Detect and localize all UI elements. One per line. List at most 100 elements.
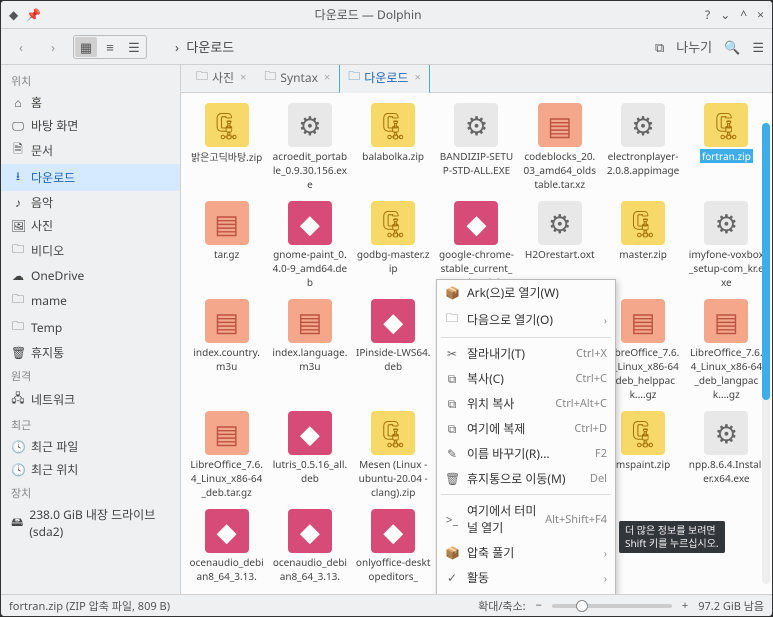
context-menu-item[interactable]: ↗공유› (437, 590, 615, 594)
pin-icon[interactable]: 📌 (26, 6, 41, 23)
context-menu-item[interactable]: 📦Ark(으)로 열기(W) (437, 280, 615, 305)
file-icon: ◆ (288, 509, 332, 553)
file-view[interactable]: 🗜밝은고딕바탕.zip⚙acroedit_portable_0.9.30.156… (181, 93, 772, 594)
file-item[interactable]: ◆google-chrome-stable_current_amd64.deb (437, 199, 516, 291)
file-label: codeblocks_20.03_amd64_oldstable.tar.xz (522, 149, 597, 191)
context-menu-item[interactable]: ✎이름 바꾸기(R)...F2 (437, 441, 615, 466)
sidebar-item[interactable]: 🗀비디오 (1, 237, 180, 264)
scrollbar-thumb[interactable] (762, 123, 770, 400)
breadcrumb-sep: › (175, 38, 179, 56)
zoom-slider[interactable] (552, 604, 672, 608)
menu-item-shortcut: Del (590, 471, 607, 486)
tab[interactable]: 🗀사진× (187, 65, 255, 92)
file-item[interactable]: ▤index.country.m3u (187, 297, 266, 403)
help-button[interactable]: ? (705, 6, 710, 23)
file-label: godbg-master.zip (356, 247, 431, 275)
context-menu-item[interactable]: ✓활동› (437, 565, 615, 590)
forward-button[interactable]: › (41, 35, 65, 59)
icon-view-button[interactable]: ▦ (75, 37, 97, 57)
split-icon[interactable]: ⧉ (655, 38, 664, 56)
file-item[interactable]: 🗜balabolka.zip (354, 101, 433, 193)
context-menu-item[interactable]: ⧉복사(C)Ctrl+C (437, 366, 615, 391)
file-icon: ▤ (621, 299, 665, 343)
file-item[interactable]: ⚙BANDIZIP-SETUP-STD-ALL.EXE (437, 101, 516, 193)
sidebar-item[interactable]: 🖵바탕 화면 (1, 114, 180, 137)
file-item[interactable]: ◆ocenaudio_debian8_64_3.13. (187, 507, 266, 585)
file-item[interactable]: 🗜master.zip (603, 199, 682, 291)
sidebar-item[interactable]: 🖴238.0 GiB 내장 드라이브(sda2) (1, 503, 180, 543)
sidebar-item[interactable]: ♪음악 (1, 191, 180, 214)
file-item[interactable]: ▤tar.gz (187, 199, 266, 291)
file-item[interactable]: ⚙electronplayer-2.0.8.appimage (603, 101, 682, 193)
back-button[interactable]: ‹ (9, 35, 33, 59)
compact-view-button[interactable]: ≡ (99, 37, 121, 57)
sidebar-item[interactable]: 🗑휴지통 (1, 341, 180, 364)
context-menu-item[interactable]: 🗑휴지통으로 이동(M)Del (437, 466, 615, 491)
folder-icon: 🗀 (348, 67, 360, 88)
close-button[interactable]: × (757, 6, 764, 23)
file-item[interactable]: 🗜밝은고딕바탕.zip (187, 101, 266, 193)
file-item[interactable]: 🗜Mesen (Linux - ubuntu-20.04 - clang).zi… (354, 409, 433, 501)
sidebar-item-label: 238.0 GiB 내장 드라이브(sda2) (29, 506, 170, 540)
tab[interactable]: 🗀다운로드× (339, 65, 429, 93)
breadcrumb[interactable]: › 다운로드 (155, 37, 647, 56)
zoom-in-icon[interactable]: + (682, 598, 688, 613)
menu-item-label: 여기에 복제 (467, 420, 566, 437)
sidebar-item[interactable]: 🕓최근 파일 (1, 435, 180, 458)
file-item[interactable]: ◆lutris_0.5.16_all.deb (270, 409, 349, 501)
context-menu-item[interactable]: 🗀다음으로 열기(O)› (437, 305, 615, 334)
tab-close-icon[interactable]: × (414, 70, 420, 85)
file-item[interactable]: ⚙npp.8.6.4.Installer.x64.exe (687, 409, 766, 501)
sidebar-item[interactable]: 🕓최근 위치 (1, 458, 180, 481)
sidebar-item[interactable]: 🖧네트워크 (1, 386, 180, 413)
file-icon: ▤ (288, 299, 332, 343)
tab-close-icon[interactable]: × (240, 70, 246, 85)
file-item[interactable]: ▤LibreOffice_7.6.4_Linux_x86-64_deb_lang… (687, 297, 766, 403)
file-item[interactable]: ▤LibreOffice_7.6.4_Linux_x86-64_deb.tar.… (187, 409, 266, 501)
sidebar-item[interactable]: 🗀Temp (1, 314, 180, 341)
sidebar-item-label: 다운로드 (31, 169, 75, 186)
sidebar-item-icon: 🕓 (11, 438, 25, 455)
file-item[interactable]: ▤codeblocks_20.03_amd64_oldstable.tar.xz (520, 101, 599, 193)
file-label: npp.8.6.4.Installer.x64.exe (689, 457, 764, 485)
file-item[interactable]: ◆gnome-paint_0.4.0-9_amd64.deb (270, 199, 349, 291)
menu-icon[interactable]: ☰ (752, 38, 764, 56)
sidebar-item[interactable]: 🖼사진 (1, 214, 180, 237)
sidebar-item[interactable]: 🗎문서 (1, 137, 180, 164)
file-item[interactable]: ⚙acroedit_portable_0.9.30.156.exe (270, 101, 349, 193)
sidebar-item[interactable]: ⌂홈 (1, 91, 180, 114)
file-item[interactable]: ◆ocenaudio_debian8_64_3.13. (270, 507, 349, 585)
minimize-button[interactable]: ⌄ (720, 6, 730, 23)
zoom-out-icon[interactable]: − (536, 598, 542, 613)
context-menu-item[interactable]: ⧉여기에 복제Ctrl+D (437, 416, 615, 441)
file-icon: ◆ (371, 299, 415, 343)
file-item[interactable]: ⚙H2Orestart.oxt (520, 199, 599, 291)
file-item[interactable]: ◆IPinside-LWS64.deb (354, 297, 433, 403)
maximize-button[interactable]: ^ (740, 6, 747, 23)
file-label: tar.gz (214, 247, 239, 261)
context-menu-item[interactable]: >_여기에서 터미널 열기Alt+Shift+F4 (437, 498, 615, 540)
detail-view-button[interactable]: ☰ (123, 37, 145, 57)
sidebar-item[interactable]: ☁OneDrive (1, 264, 180, 287)
context-menu-item[interactable]: ⧉위치 복사Ctrl+Alt+C (437, 391, 615, 416)
tab-close-icon[interactable]: × (324, 70, 330, 85)
sidebar-item[interactable]: ⭳다운로드 (1, 164, 180, 191)
context-menu-item[interactable]: 📦압축 풀기› (437, 540, 615, 565)
file-icon: 🗜 (205, 103, 249, 147)
file-item[interactable]: 🗜godbg-master.zip (354, 199, 433, 291)
sidebar-item-icon: ☁ (11, 267, 25, 284)
context-menu: 📦Ark(으)로 열기(W)🗀다음으로 열기(O)› ✂잘라내기(T)Ctrl+X… (436, 279, 616, 594)
share-label[interactable]: 나누기 (676, 37, 712, 56)
search-icon[interactable]: 🔍 (724, 38, 740, 56)
file-item[interactable]: ▤index.language.m3u (270, 297, 349, 403)
file-item[interactable]: ◆onlyoffice-desktopeditors_ (354, 507, 433, 585)
file-item[interactable]: ⚙imyfone-voxbox_setup-com_kr.exe (687, 199, 766, 291)
zoom-knob[interactable] (576, 600, 588, 612)
file-item[interactable]: 🗜fortran.zip (687, 101, 766, 193)
scrollbar[interactable] (762, 123, 770, 584)
tab[interactable]: 🗀Syntax× (255, 65, 339, 92)
sidebar-item[interactable]: 🗀mame (1, 287, 180, 314)
file-icon: ◆ (371, 509, 415, 553)
context-menu-item[interactable]: ✂잘라내기(T)Ctrl+X (437, 341, 615, 366)
menu-separator (441, 494, 611, 495)
